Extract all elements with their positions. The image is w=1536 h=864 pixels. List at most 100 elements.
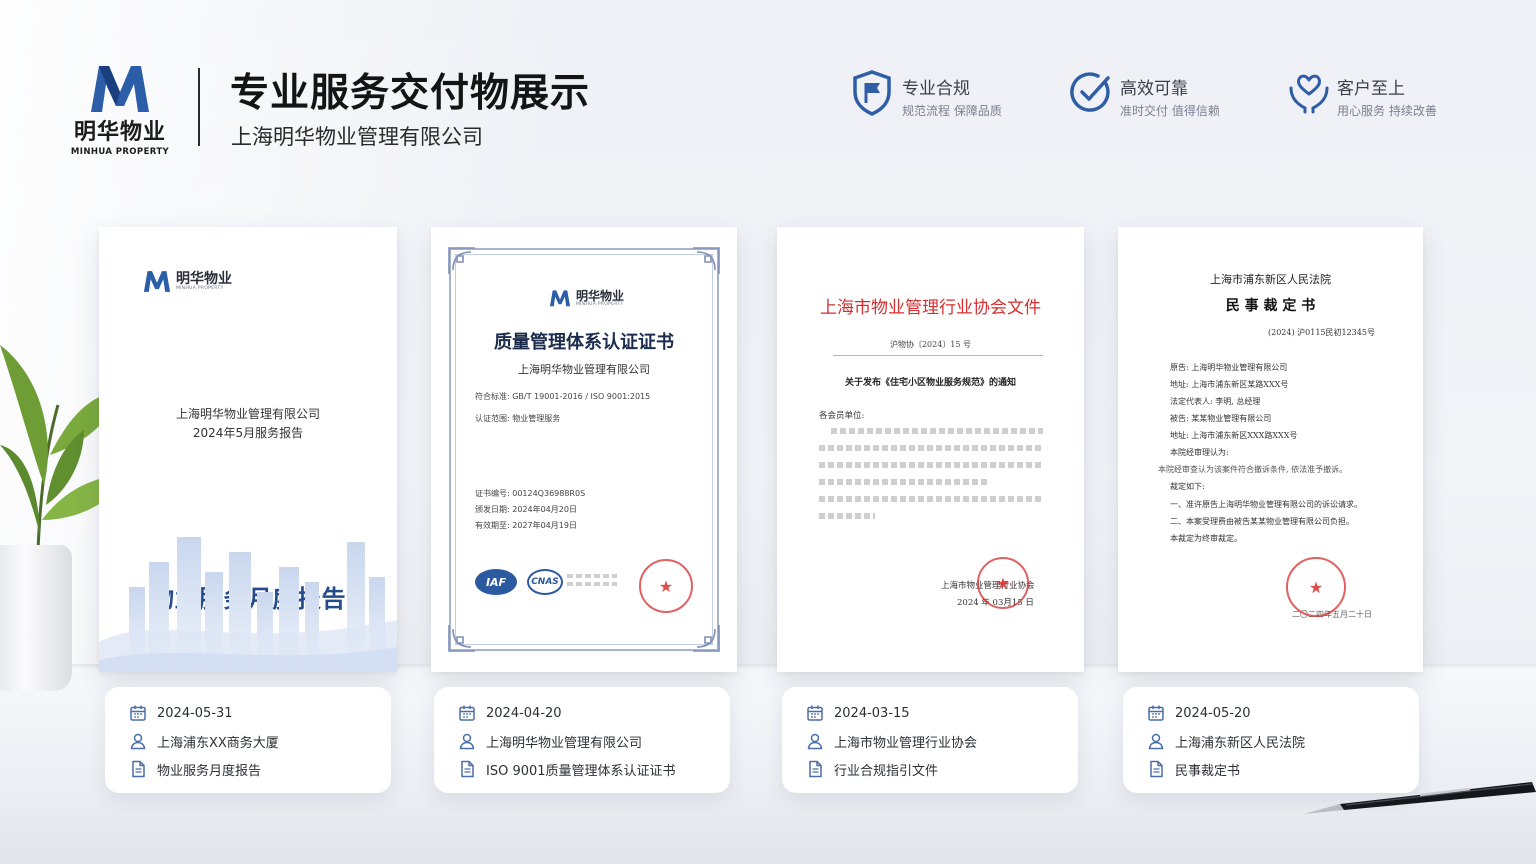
ruling-line: 二、本案受理费由被告某某物业管理有限公司负担。	[1170, 517, 1354, 526]
red-seal-stamp: ★	[639, 559, 693, 613]
info-party: 上海市物业管理行业协会	[834, 735, 978, 751]
logo-name-en: MINHUA PROPERTY	[70, 147, 170, 157]
logo-name-cn: 明华物业	[73, 120, 166, 145]
person-icon	[130, 733, 146, 750]
info-date: 2024-03-15	[834, 705, 910, 721]
m-logo-icon	[143, 271, 171, 292]
ruling-line: 被告: 某某物业管理有限公司	[1170, 414, 1272, 423]
person-icon	[459, 733, 475, 750]
cnas-mark: CNAS	[527, 569, 563, 595]
person-icon	[1148, 733, 1164, 750]
city-skyline-illustration	[99, 537, 397, 672]
info-doc: 民事裁定书	[1175, 763, 1241, 779]
red-seal-stamp: ★	[1286, 557, 1346, 617]
ruling-line: 一、准许原告上海明华物业管理有限公司的诉讼请求。	[1170, 500, 1362, 509]
ruling-title: 民 事 裁 定 书	[1225, 298, 1316, 314]
heart-hands-icon	[1289, 74, 1329, 114]
info-doc: 行业合规指引文件	[834, 763, 939, 779]
calendar-icon	[807, 705, 823, 721]
feature-subtitle: 用心服务 持续改善	[1337, 104, 1437, 118]
document-association-notice[interactable]: 上海市物业管理行业协会文件 沪物协〔2024〕15 号 关于发布《住宅小区物业服…	[777, 227, 1084, 672]
document-iso-certificate[interactable]: 明华物业 MINHUA PROPERTY 质量管理体系认证证书 上海明华物业管理…	[431, 227, 737, 672]
page-title: 专业服务交付物展示	[230, 71, 591, 116]
ruling-line: 本裁定为终审裁定。	[1170, 534, 1242, 543]
logo-name: 明华物业	[176, 270, 232, 287]
ruling-line: 法定代表人: 李明, 总经理	[1170, 397, 1261, 406]
ruling-line: 地址: 上海市浦东新区XXX路XXX号	[1170, 431, 1298, 440]
calendar-icon	[1148, 705, 1164, 721]
certificate-company: 上海明华物业管理有限公司	[518, 363, 650, 376]
notice-number: 沪物协〔2024〕15 号	[889, 340, 972, 349]
logo-name-en: MINHUA PROPERTY	[576, 301, 624, 307]
info-date: 2024-05-20	[1175, 705, 1251, 721]
document-icon	[461, 760, 474, 778]
document-court-ruling[interactable]: 上海市浦东新区人民法院 民 事 裁 定 书 (2024) 沪0115民初1234…	[1118, 227, 1423, 672]
report-company: 上海明华物业管理有限公司	[175, 407, 320, 421]
info-card: 2024-05-20 上海浦东新区人民法院 民事裁定书	[1123, 687, 1419, 793]
notice-greeting: 各会员单位:	[819, 411, 865, 421]
feature-title: 客户至上	[1337, 79, 1405, 99]
notice-body-line	[819, 445, 1043, 451]
notice-body-line	[831, 428, 1043, 434]
notice-header: 上海市物业管理行业协会文件	[820, 298, 1041, 318]
notice-subject: 关于发布《住宅小区物业服务规范》的通知	[844, 378, 1016, 388]
certificate-title: 质量管理体系认证证书	[494, 332, 674, 353]
report-period: 2024年5月服务报告	[192, 426, 304, 440]
info-card: 2024-03-15 上海市物业管理行业协会 行业合规指引文件	[782, 687, 1078, 793]
certificate-standard: 符合标准: GB/T 19001-2016 / ISO 9001:2015	[475, 392, 651, 401]
plant-pot	[0, 545, 72, 691]
ruling-line: 本院经审理认为:	[1170, 448, 1229, 457]
logo-name-en: MINHUA PROPERTY	[176, 285, 224, 291]
certificate-valid-date: 有效期至: 2027年04月19日	[475, 521, 577, 530]
ruling-line: 本院经审查认为该案件符合撤诉条件, 依法准予撤诉。	[1158, 465, 1348, 474]
info-party: 上海浦东XX商务大厦	[157, 735, 279, 751]
certificate-logo: 明华物业 MINHUA PROPERTY	[549, 289, 624, 307]
calendar-icon	[459, 705, 475, 721]
certificate-scope: 认证范围: 物业管理服务	[475, 414, 561, 423]
m-logo-icon	[549, 290, 571, 307]
pen-decoration	[1304, 782, 1536, 814]
info-party: 上海明华物业管理有限公司	[486, 735, 643, 751]
calendar-icon	[130, 705, 146, 721]
ruling-case-no: (2024) 沪0115民初12345号	[1268, 328, 1375, 337]
feature-title: 专业合规	[902, 79, 970, 99]
info-party: 上海浦东新区人民法院	[1175, 735, 1306, 751]
document-icon	[809, 760, 822, 778]
notice-body-line	[819, 513, 875, 519]
company-logo: 明华物业 MINHUA PROPERTY	[64, 62, 176, 157]
info-doc: 物业服务月度报告	[157, 763, 262, 779]
ornament-corner	[448, 247, 475, 274]
header-divider	[198, 68, 200, 146]
report-logo: 明华物业 MINHUA PROPERTY	[143, 269, 232, 293]
info-doc: ISO 9001质量管理体系认证证书	[486, 763, 676, 779]
person-icon	[807, 733, 823, 750]
check-circle-icon	[1070, 72, 1110, 112]
cnas-text-lines	[567, 574, 617, 578]
info-date: 2024-05-31	[157, 705, 233, 721]
ruling-line: 地址: 上海市浦东新区某路XXX号	[1170, 380, 1289, 389]
certificate-issue-date: 颁发日期: 2024年04月20日	[475, 505, 577, 514]
ruling-court: 上海市浦东新区人民法院	[1210, 273, 1331, 286]
ornament-corner	[693, 625, 720, 652]
feature-title: 高效可靠	[1120, 79, 1188, 99]
info-card: 2024-05-31 上海浦东XX商务大厦 物业服务月度报告	[105, 687, 391, 793]
info-card: 2024-04-20 上海明华物业管理有限公司 ISO 9001质量管理体系认证…	[434, 687, 730, 793]
feature-subtitle: 规范流程 保障品质	[902, 104, 1002, 118]
ruling-line: 原告: 上海明华物业管理有限公司	[1170, 363, 1288, 372]
ornament-corner	[693, 247, 720, 274]
shield-flag-icon	[853, 70, 891, 116]
ruling-line: 裁定如下:	[1170, 482, 1205, 491]
feature-subtitle: 准时交付 值得信赖	[1120, 104, 1220, 118]
iaf-mark: IAF	[475, 569, 517, 595]
notice-rule	[833, 355, 1043, 356]
certificate-number: 证书编号: 00124Q36988R0S	[475, 489, 586, 498]
red-seal-stamp: ★	[977, 557, 1029, 609]
page-subtitle: 上海明华物业管理有限公司	[231, 125, 483, 149]
info-date: 2024-04-20	[486, 705, 562, 721]
logo-name: 明华物业	[576, 288, 625, 303]
notice-body-line	[819, 479, 989, 485]
document-icon	[132, 760, 145, 778]
document-monthly-report[interactable]: 明华物业 MINHUA PROPERTY 物业服务月度报告 上海明华物业管理有限…	[99, 227, 397, 672]
document-icon	[1150, 760, 1163, 778]
ornament-corner	[448, 625, 475, 652]
